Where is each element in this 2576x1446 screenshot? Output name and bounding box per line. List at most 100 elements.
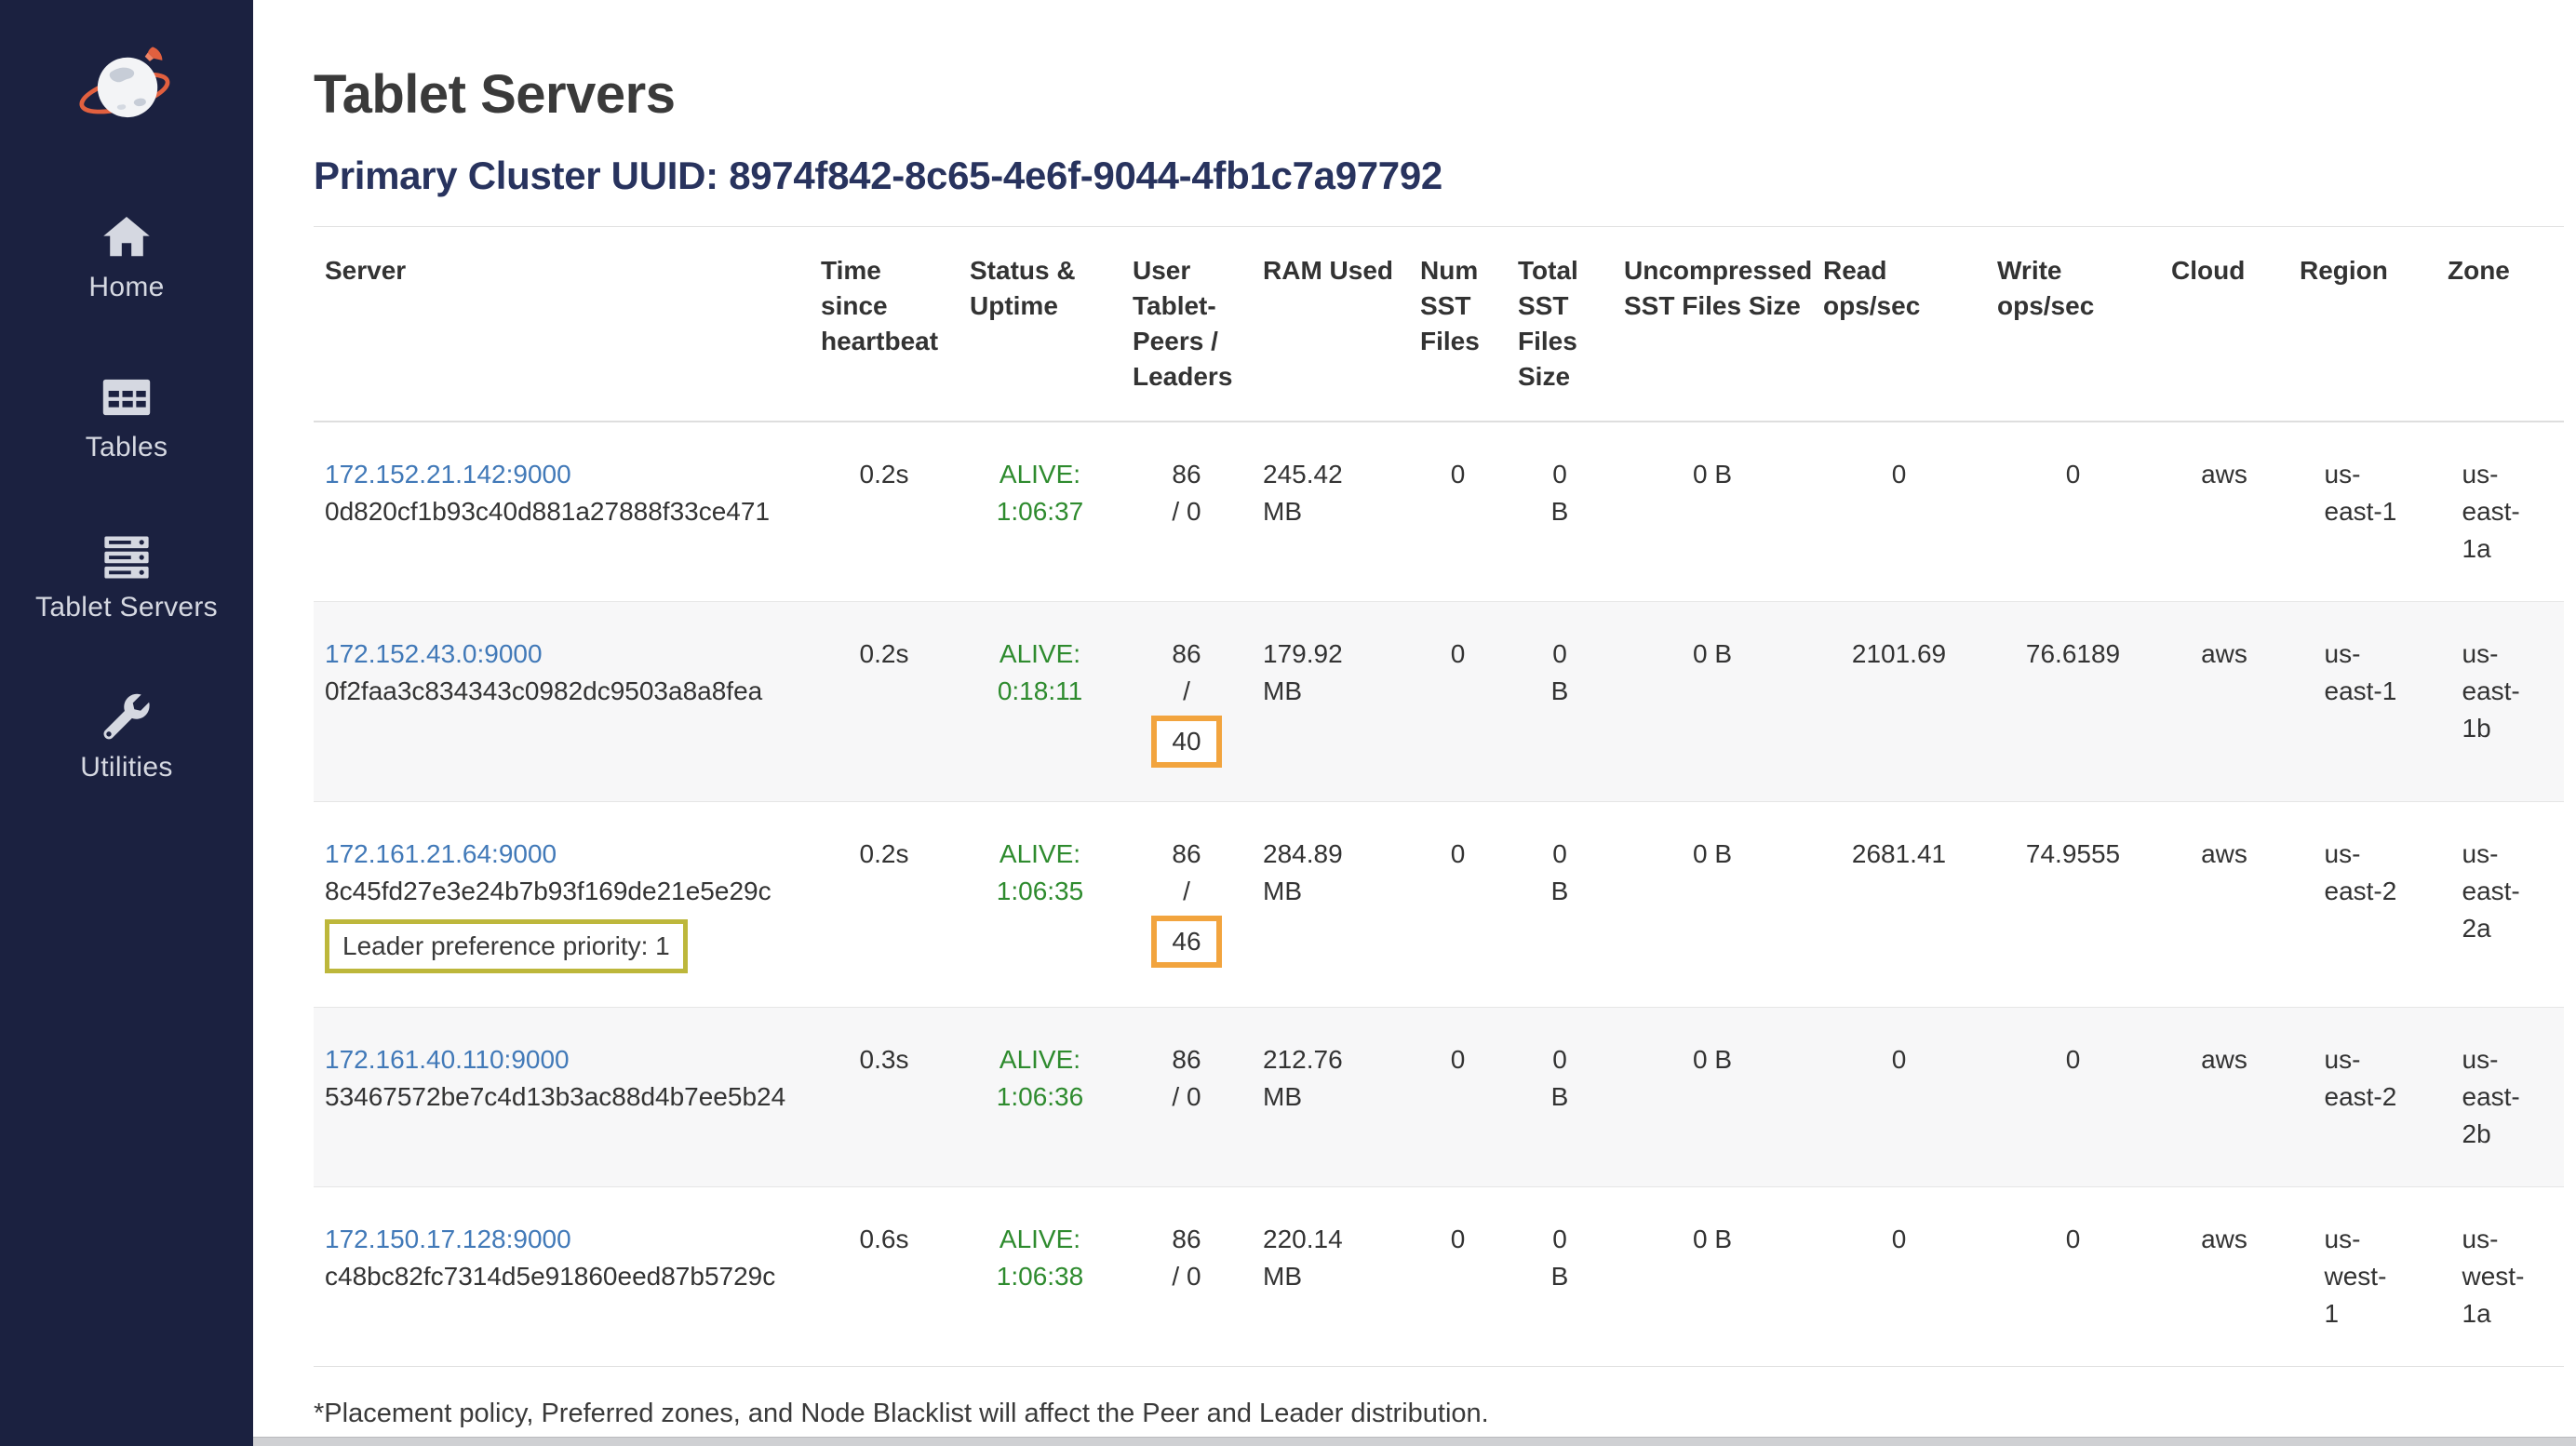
cell-ram: 179.92 MB: [1252, 602, 1409, 802]
cell-heartbeat: 0.3s: [810, 1008, 959, 1187]
status-alive: ALIVE:: [970, 1221, 1110, 1258]
cell-uncompressed-sst-size: 0 B: [1613, 1187, 1812, 1367]
total-sst-size-value: 0 B: [1545, 836, 1575, 910]
uptime-value: 1:06:37: [970, 493, 1110, 530]
ram-used-value: 284.89 MB: [1263, 836, 1360, 910]
cell-zone: us-west-1a: [2436, 1187, 2564, 1367]
cell-cloud: aws: [2160, 422, 2288, 602]
region-value: us-west-1: [2325, 1221, 2401, 1332]
cell-read-ops: 0: [1812, 422, 1986, 602]
placement-footnote: *Placement policy, Preferred zones, and …: [314, 1395, 2564, 1432]
cell-uncompressed-sst-size: 0 B: [1613, 1008, 1812, 1187]
status-alive: ALIVE:: [970, 636, 1110, 673]
col-header-num-sst: Num SST Files: [1409, 227, 1507, 422]
cell-total-sst-size: 0 B: [1507, 802, 1613, 1008]
uptime-value: 1:06:36: [970, 1078, 1110, 1116]
app-logo[interactable]: [76, 39, 177, 134]
ram-used-value: 220.14 MB: [1263, 1221, 1360, 1295]
col-header-heartbeat: Time since heartbeat: [810, 227, 959, 422]
server-uuid: 0d820cf1b93c40d881a27888f33ce471: [325, 493, 798, 530]
cell-server: 172.161.40.110:900053467572be7c4d13b3ac8…: [314, 1008, 810, 1187]
cell-heartbeat: 0.2s: [810, 802, 959, 1008]
cell-num-sst-files: 0: [1409, 1008, 1507, 1187]
uptime-value: 1:06:35: [970, 873, 1110, 910]
sidebar-item-utilities[interactable]: Utilities: [80, 692, 172, 783]
server-address-link[interactable]: 172.150.17.128:9000: [325, 1221, 798, 1258]
cell-write-ops: 76.6189: [1986, 602, 2160, 802]
status-alive: ALIVE:: [970, 456, 1110, 493]
cell-status-uptime: ALIVE:1:06:35: [959, 802, 1121, 1008]
tserver-table-body: 172.152.21.142:90000d820cf1b93c40d881a27…: [314, 422, 2564, 1367]
cell-uncompressed-sst-size: 0 B: [1613, 802, 1812, 1008]
region-value: us-east-2: [2325, 836, 2401, 910]
cell-region: us-east-1: [2288, 422, 2436, 602]
region-value: us-east-1: [2325, 636, 2401, 710]
ram-used-value: 179.92 MB: [1263, 636, 1360, 710]
cell-num-sst-files: 0: [1409, 1187, 1507, 1367]
cell-zone: us-east-2b: [2436, 1008, 2564, 1187]
server-uuid: c48bc82fc7314d5e91860eed87b5729c: [325, 1258, 798, 1295]
tablet-servers-table: Server Time since heartbeat Status & Upt…: [314, 226, 2564, 1367]
cell-num-sst-files: 0: [1409, 422, 1507, 602]
peer-count: 86: [1133, 836, 1241, 873]
cell-status-uptime: ALIVE:1:06:38: [959, 1187, 1121, 1367]
cell-uncompressed-sst-size: 0 B: [1613, 422, 1812, 602]
zone-value: us-west-1a: [2462, 1221, 2539, 1332]
col-header-server: Server: [314, 227, 810, 422]
leader-count: / 0: [1133, 493, 1241, 530]
cell-read-ops: 0: [1812, 1008, 1986, 1187]
col-header-read-ops: Read ops/sec: [1812, 227, 1986, 422]
cell-ram: 212.76 MB: [1252, 1008, 1409, 1187]
cell-ram: 220.14 MB: [1252, 1187, 1409, 1367]
cell-cloud: aws: [2160, 1187, 2288, 1367]
tablet-servers-icon: [101, 532, 153, 582]
cell-cloud: aws: [2160, 602, 2288, 802]
sidebar-item-home[interactable]: Home: [88, 212, 164, 303]
horizontal-scrollbar[interactable]: [253, 1437, 2576, 1446]
col-header-zone: Zone: [2436, 227, 2564, 422]
cell-write-ops: 0: [1986, 422, 2160, 602]
cell-zone: us-east-1b: [2436, 602, 2564, 802]
sidebar-item-tablet-servers[interactable]: Tablet Servers: [35, 532, 218, 623]
cell-heartbeat: 0.6s: [810, 1187, 959, 1367]
leader-preference-badge: Leader preference priority: 1: [325, 919, 688, 973]
leader-count: / 0: [1133, 1258, 1241, 1295]
leader-count-highlight: 46: [1151, 916, 1221, 968]
cell-tablet-peers: 86/ 0: [1121, 422, 1252, 602]
cell-heartbeat: 0.2s: [810, 602, 959, 802]
server-address-link[interactable]: 172.161.40.110:9000: [325, 1041, 798, 1078]
uptime-value: 1:06:38: [970, 1258, 1110, 1295]
peer-count: 86: [1133, 456, 1241, 493]
zone-value: us-east-2a: [2462, 836, 2539, 947]
table-row: 172.152.21.142:90000d820cf1b93c40d881a27…: [314, 422, 2564, 602]
cell-cloud: aws: [2160, 802, 2288, 1008]
home-icon: [101, 212, 153, 262]
cell-read-ops: 2101.69: [1812, 602, 1986, 802]
col-header-region: Region: [2288, 227, 2436, 422]
cell-cloud: aws: [2160, 1008, 2288, 1187]
cell-server: 172.161.21.64:90008c45fd27e3e24b7b93f169…: [314, 802, 810, 1008]
table-header-row: Server Time since heartbeat Status & Upt…: [314, 227, 2564, 422]
col-header-cloud: Cloud: [2160, 227, 2288, 422]
sidebar-nav: Home Tables: [0, 212, 253, 852]
sidebar-item-tables[interactable]: Tables: [86, 372, 168, 463]
ram-used-value: 245.42 MB: [1263, 456, 1360, 530]
col-header-tablet-peers: User Tablet-Peers / Leaders: [1121, 227, 1252, 422]
cell-tablet-peers: 86/40: [1121, 602, 1252, 802]
cell-status-uptime: ALIVE:1:06:37: [959, 422, 1121, 602]
total-sst-size-value: 0 B: [1545, 1221, 1575, 1295]
zone-value: us-east-1a: [2462, 456, 2539, 568]
utilities-wrench-icon: [101, 692, 153, 743]
cell-total-sst-size: 0 B: [1507, 422, 1613, 602]
region-value: us-east-1: [2325, 456, 2401, 530]
cell-total-sst-size: 0 B: [1507, 1187, 1613, 1367]
total-sst-size-value: 0 B: [1545, 636, 1575, 710]
col-header-ram: RAM Used: [1252, 227, 1409, 422]
cell-tablet-peers: 86/ 0: [1121, 1008, 1252, 1187]
server-address-link[interactable]: 172.161.21.64:9000: [325, 836, 798, 873]
server-address-link[interactable]: 172.152.43.0:9000: [325, 636, 798, 673]
server-address-link[interactable]: 172.152.21.142:9000: [325, 456, 798, 493]
col-header-total-sst: Total SST Files Size: [1507, 227, 1613, 422]
cell-ram: 245.42 MB: [1252, 422, 1409, 602]
zone-value: us-east-1b: [2462, 636, 2539, 747]
